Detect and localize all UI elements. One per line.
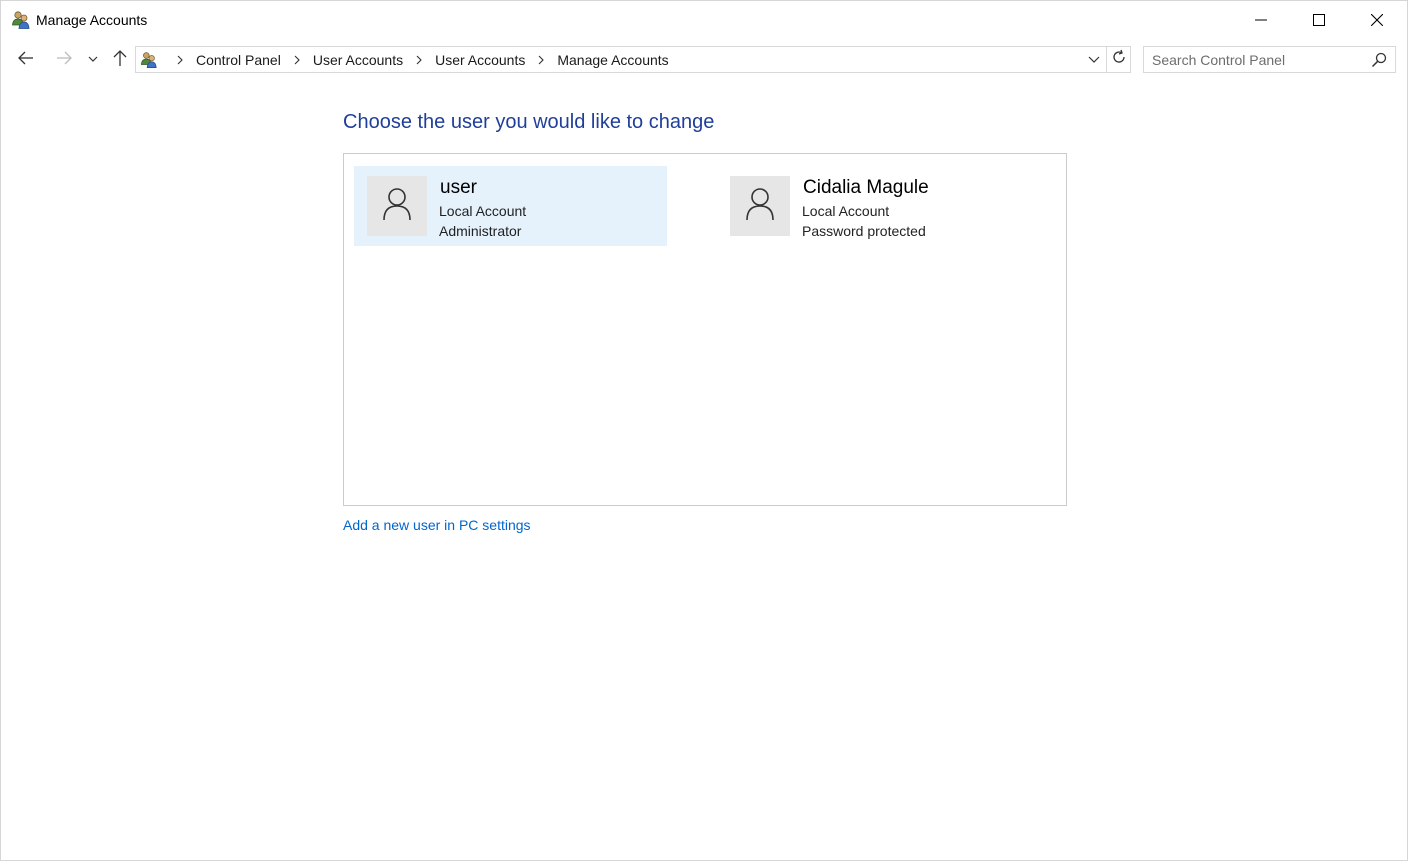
up-button[interactable] <box>108 48 132 72</box>
chevron-right-icon[interactable] <box>283 47 311 72</box>
window-title: Manage Accounts <box>36 12 148 28</box>
user-account-type: Local Account <box>439 203 527 219</box>
chevron-down-icon <box>1088 51 1100 69</box>
user-list-panel: user Local Account Administrator Cidalia… <box>343 153 1067 506</box>
user-avatar-icon <box>382 187 412 226</box>
add-new-user-link[interactable]: Add a new user in PC settings <box>343 517 531 533</box>
user-role: Administrator <box>439 223 522 239</box>
minimize-button[interactable] <box>1232 1 1290 39</box>
page-title: Choose the user you would like to change <box>343 111 715 133</box>
breadcrumb-manage-accounts[interactable]: Manage Accounts <box>555 52 670 68</box>
breadcrumb: Control Panel User Accounts User Account… <box>166 47 671 72</box>
refresh-button[interactable] <box>1106 47 1131 72</box>
close-icon <box>1371 14 1383 26</box>
forward-button[interactable] <box>52 48 76 72</box>
breadcrumb-user-accounts[interactable]: User Accounts <box>311 52 405 68</box>
search-input[interactable] <box>1152 50 1362 69</box>
user-avatar-icon <box>745 187 775 226</box>
maximize-button[interactable] <box>1290 1 1348 39</box>
arrow-right-icon <box>56 50 72 71</box>
arrow-up-icon <box>112 49 128 72</box>
chevron-right-icon[interactable] <box>166 47 194 72</box>
back-button[interactable] <box>14 48 38 72</box>
minimize-icon <box>1255 14 1267 26</box>
chevron-right-icon[interactable] <box>405 47 433 72</box>
search-box[interactable] <box>1143 46 1396 73</box>
recent-locations-button[interactable] <box>82 48 104 72</box>
user-accounts-icon <box>11 10 31 30</box>
title-bar: Manage Accounts <box>1 1 1407 39</box>
chevron-right-icon[interactable] <box>527 47 555 72</box>
user-tile-user[interactable]: user Local Account Administrator <box>354 166 667 246</box>
user-name: user <box>440 177 477 198</box>
address-bar[interactable]: Control Panel User Accounts User Account… <box>135 46 1131 73</box>
user-name: Cidalia Magule <box>803 177 929 198</box>
user-avatar <box>367 176 427 236</box>
search-icon[interactable] <box>1371 52 1387 68</box>
breadcrumb-control-panel[interactable]: Control Panel <box>194 52 283 68</box>
user-account-type: Local Account <box>802 203 890 219</box>
refresh-icon <box>1111 49 1127 70</box>
user-accounts-icon <box>140 51 158 69</box>
navigation-bar: Control Panel User Accounts User Account… <box>1 39 1407 81</box>
maximize-icon <box>1313 14 1325 26</box>
user-avatar <box>730 176 790 236</box>
close-button[interactable] <box>1348 1 1406 39</box>
manage-accounts-window: Manage Accounts Control Panel User Accou… <box>0 0 1408 861</box>
chevron-down-icon <box>88 51 98 69</box>
breadcrumb-user-accounts-sub[interactable]: User Accounts <box>433 52 527 68</box>
user-status: Password protected <box>802 223 926 239</box>
arrow-left-icon <box>18 50 34 71</box>
user-tile-cidalia-magule[interactable]: Cidalia Magule Local Account Password pr… <box>717 166 1030 246</box>
address-dropdown-button[interactable] <box>1082 47 1106 72</box>
